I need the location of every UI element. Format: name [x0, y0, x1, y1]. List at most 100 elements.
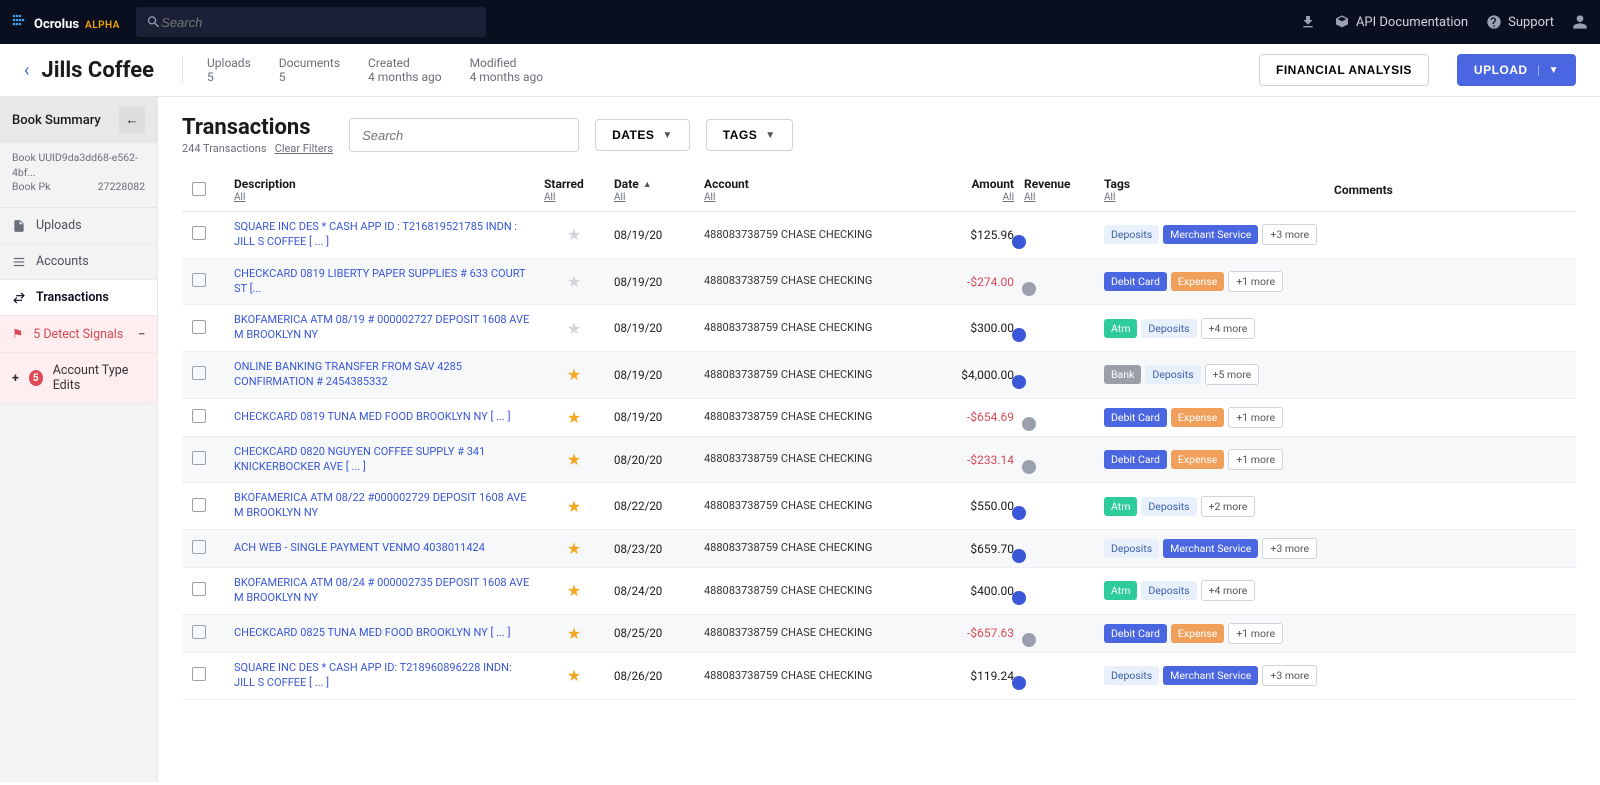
tag-deposits[interactable]: Deposits: [1104, 666, 1159, 685]
star-toggle[interactable]: ★: [544, 225, 604, 244]
tag-expense[interactable]: Expense: [1171, 272, 1224, 291]
tag-more[interactable]: +2 more: [1201, 496, 1256, 517]
star-toggle[interactable]: ★: [544, 272, 604, 291]
star-toggle[interactable]: ★: [544, 450, 604, 469]
tag-atm[interactable]: Atm: [1104, 497, 1137, 516]
transaction-description-link[interactable]: ONLINE BANKING TRANSFER FROM SAV 4285 CO…: [234, 360, 534, 390]
row-checkbox[interactable]: [192, 273, 206, 287]
tag-deposits[interactable]: Deposits: [1141, 319, 1196, 338]
edits-count-badge: 5: [29, 370, 43, 386]
back-button[interactable]: ‹: [24, 60, 31, 81]
transaction-description-link[interactable]: BKOFAMERICA ATM 08/22 #000002729 DEPOSIT…: [234, 491, 534, 521]
row-checkbox[interactable]: [192, 451, 206, 465]
tag-expense[interactable]: Expense: [1171, 624, 1224, 643]
transaction-description-link[interactable]: SQUARE INC DES * CASH APP ID: T218960896…: [234, 661, 534, 691]
row-checkbox[interactable]: [192, 540, 206, 554]
col-description[interactable]: DescriptionAll: [234, 177, 534, 203]
tag-atm[interactable]: Atm: [1104, 319, 1137, 338]
col-starred[interactable]: StarredAll: [544, 177, 604, 203]
transaction-description-link[interactable]: BKOFAMERICA ATM 08/19 # 000002727 DEPOSI…: [234, 313, 534, 343]
dates-filter-button[interactable]: DATES ▼: [595, 119, 690, 151]
tag-more[interactable]: +3 more: [1262, 665, 1317, 686]
tag-merchant[interactable]: Merchant Service: [1163, 539, 1258, 558]
col-revenue[interactable]: RevenueAll: [1024, 177, 1094, 203]
row-checkbox[interactable]: [192, 409, 206, 423]
tag-more[interactable]: +1 more: [1228, 623, 1283, 644]
tag-deposits[interactable]: Deposits: [1104, 539, 1159, 558]
support-link[interactable]: Support: [1486, 14, 1554, 30]
tag-merchant[interactable]: Merchant Service: [1163, 666, 1258, 685]
star-toggle[interactable]: ★: [544, 581, 604, 600]
tag-atm[interactable]: Atm: [1104, 581, 1137, 600]
user-icon[interactable]: [1572, 14, 1588, 30]
tag-more[interactable]: +3 more: [1262, 224, 1317, 245]
tag-merchant[interactable]: Merchant Service: [1163, 225, 1258, 244]
tag-deposits[interactable]: Deposits: [1141, 581, 1196, 600]
row-checkbox[interactable]: [192, 366, 206, 380]
tag-deposits[interactable]: Deposits: [1141, 497, 1196, 516]
col-amount[interactable]: AmountAll: [924, 177, 1014, 203]
star-toggle[interactable]: ★: [544, 497, 604, 516]
tag-debit[interactable]: Debit Card: [1104, 408, 1167, 427]
row-checkbox[interactable]: [192, 667, 206, 681]
download-icon[interactable]: [1300, 14, 1316, 30]
sidebar-item-detect-signals[interactable]: ⚑ 5 Detect Signals −: [0, 316, 157, 353]
star-toggle[interactable]: ★: [544, 408, 604, 427]
transaction-description-link[interactable]: CHECKCARD 0819 TUNA MED FOOD BROOKLYN NY…: [234, 410, 534, 425]
col-account[interactable]: AccountAll: [704, 177, 914, 203]
sidebar-item-transactions[interactable]: Transactions: [0, 280, 157, 316]
row-checkbox[interactable]: [192, 498, 206, 512]
global-search-input[interactable]: [161, 15, 476, 30]
tag-bank[interactable]: Bank: [1104, 365, 1141, 384]
tag-debit[interactable]: Debit Card: [1104, 272, 1167, 291]
transaction-description-link[interactable]: SQUARE INC DES * CASH APP ID : T21681952…: [234, 220, 534, 250]
transaction-description-link[interactable]: CHECKCARD 0819 LIBERTY PAPER SUPPLIES # …: [234, 267, 534, 297]
table-row: ONLINE BANKING TRANSFER FROM SAV 4285 CO…: [182, 352, 1576, 399]
transaction-description-link[interactable]: CHECKCARD 0820 NGUYEN COFFEE SUPPLY # 34…: [234, 445, 534, 475]
select-all-checkbox[interactable]: [192, 182, 206, 196]
tag-more[interactable]: +4 more: [1201, 580, 1256, 601]
api-docs-link[interactable]: API Documentation: [1334, 14, 1468, 30]
star-toggle[interactable]: ★: [544, 539, 604, 558]
sidebar-item-accounts[interactable]: Accounts: [0, 244, 157, 280]
tag-more[interactable]: +1 more: [1228, 271, 1283, 292]
row-checkbox[interactable]: [192, 226, 206, 240]
tag-debit[interactable]: Debit Card: [1104, 450, 1167, 469]
row-checkbox[interactable]: [192, 320, 206, 334]
transaction-amount: $300.00: [924, 321, 1014, 335]
tag-more[interactable]: +4 more: [1201, 318, 1256, 339]
tag-deposits[interactable]: Deposits: [1104, 225, 1159, 244]
star-toggle[interactable]: ★: [544, 365, 604, 384]
col-tags[interactable]: TagsAll: [1104, 177, 1324, 203]
transaction-search-input[interactable]: [349, 118, 579, 152]
transaction-description-link[interactable]: CHECKCARD 0825 TUNA MED FOOD BROOKLYN NY…: [234, 626, 534, 641]
tag-expense[interactable]: Expense: [1171, 408, 1224, 427]
clear-filters-link[interactable]: Clear Filters: [275, 142, 333, 155]
tag-more[interactable]: +1 more: [1228, 407, 1283, 428]
global-search[interactable]: [136, 7, 486, 37]
financial-analysis-button[interactable]: FINANCIAL ANALYSIS: [1259, 54, 1429, 86]
sidebar-summary[interactable]: Book Summary ←: [0, 97, 157, 143]
tag-more[interactable]: +5 more: [1205, 364, 1260, 385]
tag-more[interactable]: +1 more: [1228, 449, 1283, 470]
tag-expense[interactable]: Expense: [1171, 450, 1224, 469]
tag-more[interactable]: +3 more: [1262, 538, 1317, 559]
col-date[interactable]: DateAll▲: [614, 177, 694, 203]
transaction-tags: DepositsMerchant Service+3 more: [1104, 538, 1324, 559]
col-comments[interactable]: Comments: [1334, 183, 1444, 197]
tag-debit[interactable]: Debit Card: [1104, 624, 1167, 643]
collapse-sidebar-button[interactable]: ←: [119, 107, 145, 133]
transaction-description-link[interactable]: ACH WEB - SINGLE PAYMENT VENMO 403801142…: [234, 541, 534, 556]
row-checkbox[interactable]: [192, 625, 206, 639]
upload-button[interactable]: UPLOAD ▼: [1457, 54, 1576, 86]
tag-deposits[interactable]: Deposits: [1145, 365, 1200, 384]
sidebar-item-uploads[interactable]: Uploads: [0, 208, 157, 244]
star-toggle[interactable]: ★: [544, 319, 604, 338]
row-checkbox[interactable]: [192, 582, 206, 596]
sidebar-item-type-edits[interactable]: + 5 Account Type Edits: [0, 353, 157, 404]
transaction-description-link[interactable]: BKOFAMERICA ATM 08/24 # 000002735 DEPOSI…: [234, 576, 534, 606]
tags-filter-button[interactable]: TAGS ▼: [706, 119, 793, 151]
star-toggle[interactable]: ★: [544, 666, 604, 685]
logo[interactable]: Ocrolus ALPHA: [12, 12, 120, 32]
star-toggle[interactable]: ★: [544, 624, 604, 643]
